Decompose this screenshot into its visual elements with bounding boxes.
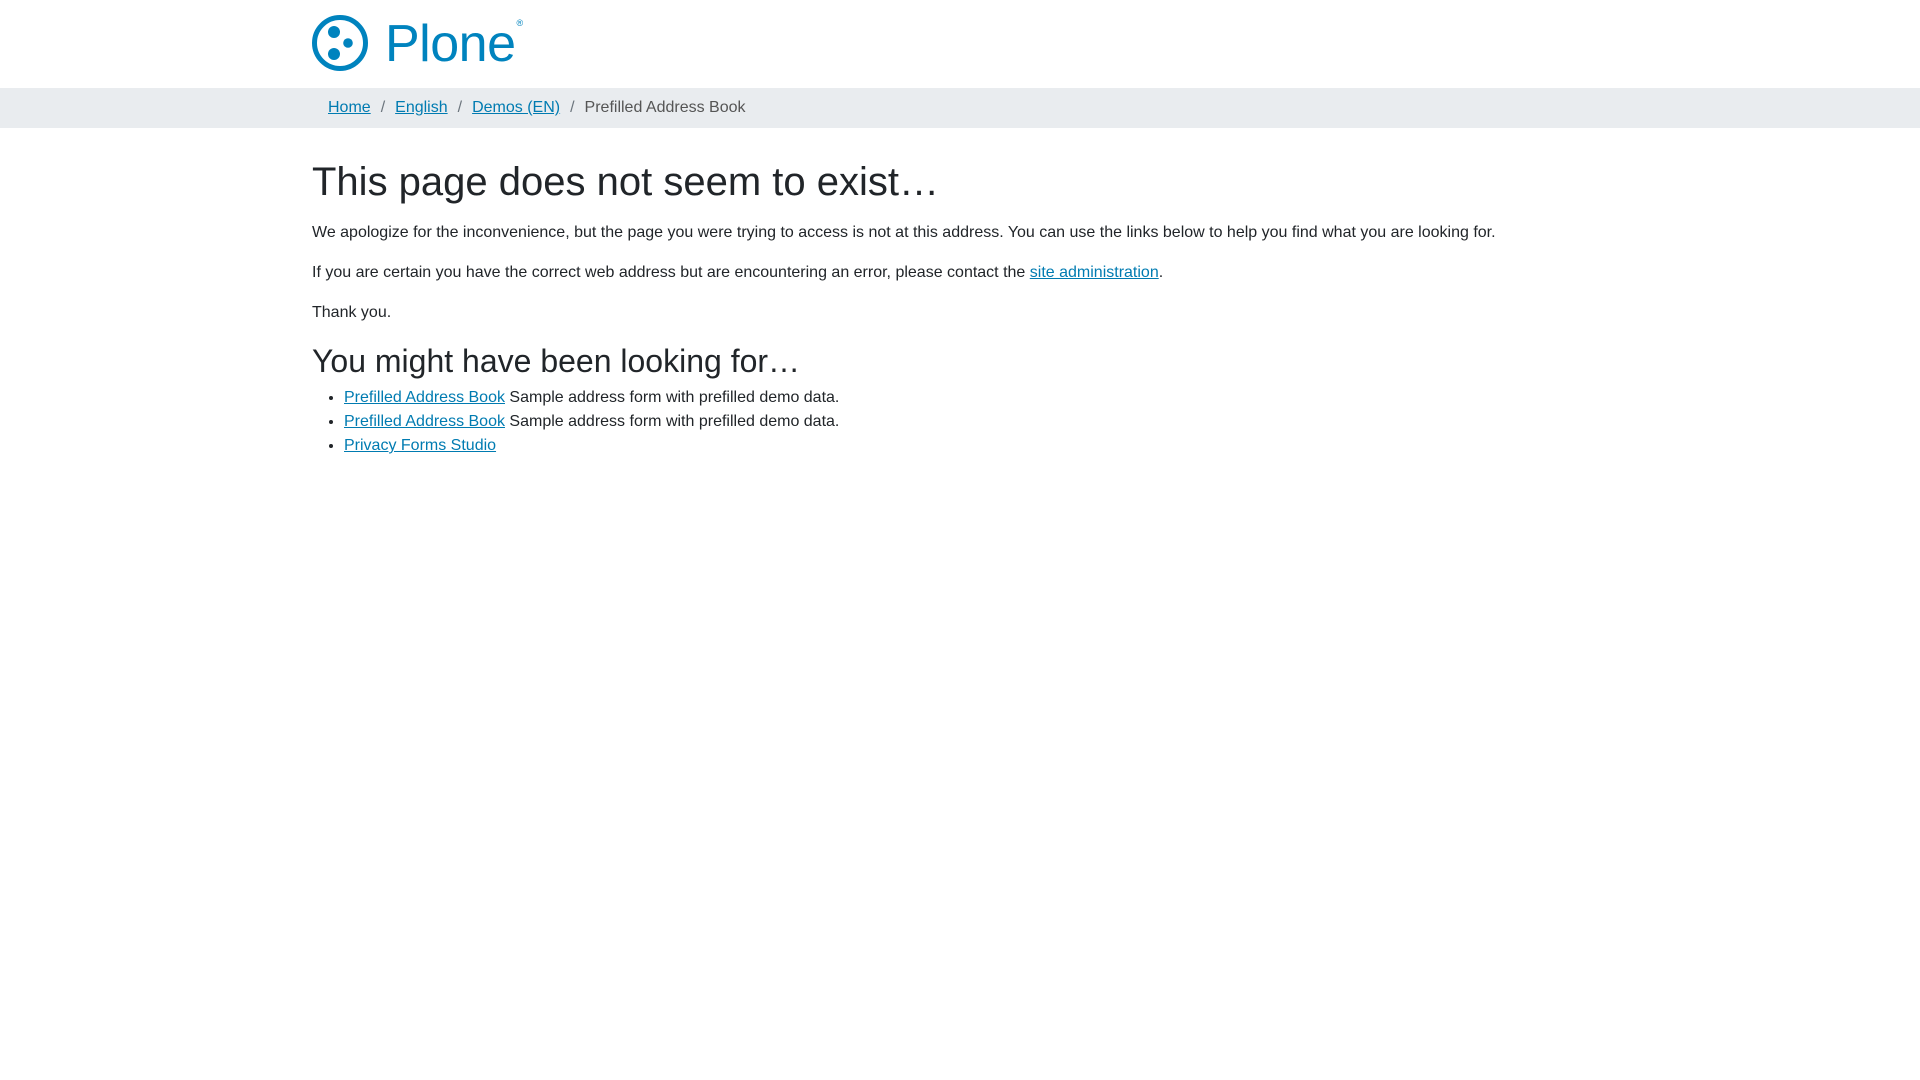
contact-suffix: . xyxy=(1158,264,1164,281)
contact-paragraph: If you are certain you have the correct … xyxy=(312,263,1920,282)
breadcrumb-english[interactable]: English xyxy=(395,99,447,117)
site-administration-link[interactable]: site administration xyxy=(1030,264,1159,281)
suggestion-description: Sample address form with prefilled demo … xyxy=(504,413,840,430)
suggestion-link[interactable]: Privacy Forms Studio xyxy=(344,437,496,454)
breadcrumb-home[interactable]: Home xyxy=(328,99,371,117)
suggestion-description: Sample address form with prefilled demo … xyxy=(504,389,840,406)
breadcrumb-current: Prefilled Address Book xyxy=(584,99,746,116)
breadcrumb: Home / English / Demos (EN) / Prefilled … xyxy=(328,99,746,117)
contact-prefix: If you are certain you have the correct … xyxy=(312,264,1030,281)
site-header: Plone ® xyxy=(0,0,1920,88)
breadcrumb-separator: / xyxy=(570,99,575,116)
breadcrumb-bar: Home / English / Demos (EN) / Prefilled … xyxy=(0,88,1920,128)
plone-logo-icon xyxy=(312,15,368,71)
apology-text: We apologize for the inconvenience, but … xyxy=(312,224,1496,241)
site-logo[interactable]: Plone ® xyxy=(312,15,523,71)
list-item: Prefilled Address Book Sample address fo… xyxy=(344,386,1920,410)
logo-registered-mark: ® xyxy=(516,18,524,28)
breadcrumb-separator: / xyxy=(380,99,386,116)
breadcrumb-demos[interactable]: Demos (EN) xyxy=(472,99,560,117)
breadcrumb-separator: / xyxy=(457,99,463,116)
logo-text: Plone xyxy=(385,15,516,73)
suggestion-link[interactable]: Prefilled Address Book xyxy=(344,413,505,430)
suggestion-link[interactable]: Prefilled Address Book xyxy=(344,389,505,406)
list-item: Prefilled Address Book Sample address fo… xyxy=(344,410,1920,434)
suggestions-list: Prefilled Address Book Sample address fo… xyxy=(312,386,1920,458)
list-item: Privacy Forms Studio xyxy=(344,434,1920,458)
thanks-text: Thank you. xyxy=(312,304,392,321)
main-content: This page does not seem to exist… We apo… xyxy=(312,128,1920,458)
suggestions-heading: You might have been looking for… xyxy=(312,343,801,379)
page-title: This page does not seem to exist… xyxy=(312,160,939,204)
